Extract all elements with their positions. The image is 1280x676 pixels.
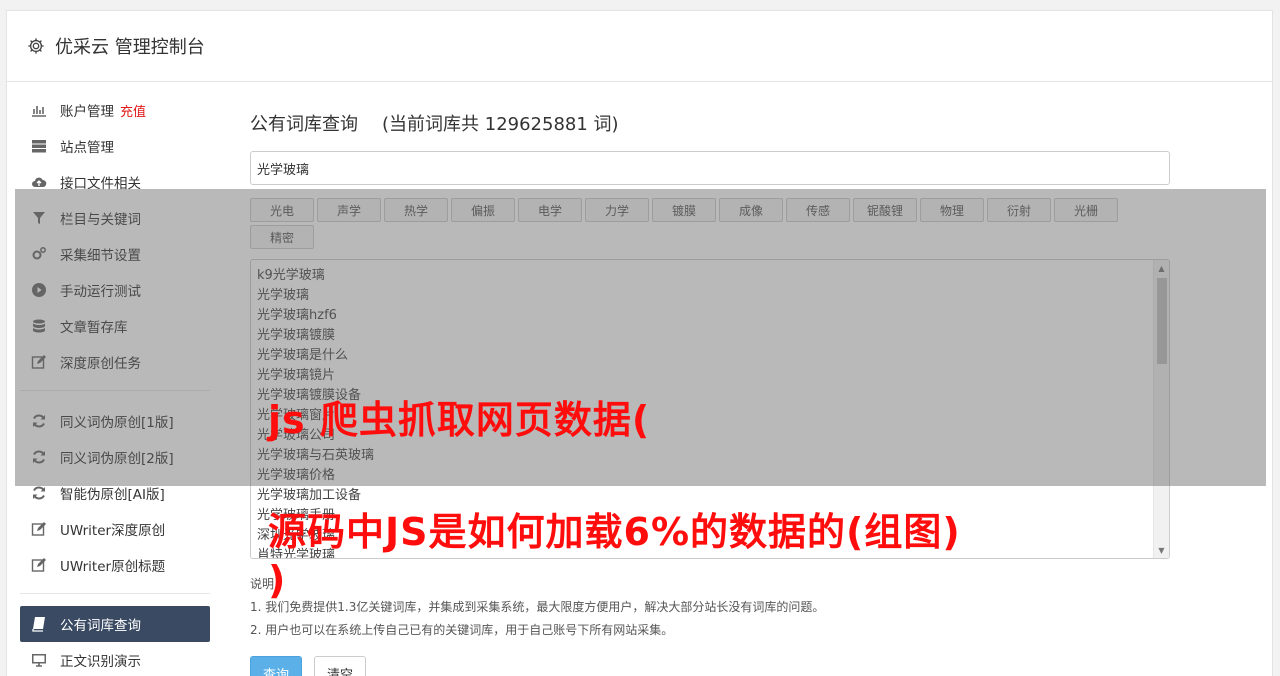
sidebar-item-ai-rewrite[interactable]: 智能伪原创[AI版] [20, 475, 210, 511]
sidebar-item-label: 公有词库查询 [60, 618, 141, 634]
page-title-text: 公有词库查询 [250, 114, 358, 135]
header: 优采云 管理控制台 [7, 11, 1272, 82]
sidebar-item-label: 采集细节设置 [60, 248, 141, 264]
overlay-caption-text: 源码中JS是如何加载6%的数据的(组图) [268, 510, 961, 554]
sidebar-item-account[interactable]: 账户管理 充值 [20, 92, 210, 128]
note-line: 2. 用户也可以在系统上传自己已有的关键词库，用于自己账号下所有网站采集。 [250, 623, 674, 637]
sidebar-item-label: 手动运行测试 [60, 284, 141, 300]
sidebar-item-label: 同义词伪原创[1版] [60, 415, 174, 431]
sidebar-item-label: UWriter原创标题 [60, 559, 166, 575]
sidebar-item-manual-run[interactable]: 手动运行测试 [20, 272, 210, 308]
tag-button[interactable]: 精密 [250, 225, 314, 249]
tag-list: 光电 声学 热学 偏振 电学 力学 镀膜 成像 传感 铌酸锂 物理 衍射 光栅精密 [250, 198, 1170, 249]
sidebar-divider [20, 390, 210, 391]
tag-button[interactable]: 衍射 [987, 198, 1051, 222]
result-item[interactable]: 光学玻璃镜片 [257, 366, 1163, 386]
sidebar-item-label: 站点管理 [60, 140, 114, 156]
server-icon [30, 138, 48, 154]
scrollbar-thumb[interactable] [1157, 278, 1167, 364]
gear-icon [27, 37, 45, 55]
sidebar-item-public-lexicon[interactable]: 公有词库查询 [20, 606, 210, 642]
tag-button[interactable]: 电学 [518, 198, 582, 222]
sidebar-divider [20, 593, 210, 594]
sidebar-item-deep-original[interactable]: 深度原创任务 [20, 344, 210, 380]
sidebar-item-uwriter-deep[interactable]: UWriter深度原创 [20, 511, 210, 547]
monitor-icon [30, 652, 48, 668]
sidebar-item-sites[interactable]: 站点管理 [20, 128, 210, 164]
tag-button[interactable]: 光栅 [1054, 198, 1118, 222]
result-item[interactable]: 光学玻璃价格 [257, 466, 1163, 486]
sidebar-item-api-files[interactable]: 接口文件相关 [20, 164, 210, 200]
result-item[interactable]: 光学玻璃是什么 [257, 346, 1163, 366]
edit-icon [30, 521, 48, 537]
sidebar-item-label: 接口文件相关 [60, 176, 141, 192]
tag-button[interactable]: 声学 [317, 198, 381, 222]
edit-icon [30, 557, 48, 573]
result-item[interactable]: 光学玻璃与石英玻璃 [257, 446, 1163, 466]
lexicon-count: (当前词库共 129625881 词) [382, 114, 619, 135]
refresh-icon [30, 413, 48, 429]
search-input[interactable]: 光学玻璃 [250, 151, 1170, 185]
button-row: 查询 清空 [250, 656, 1170, 676]
scroll-down-icon[interactable]: ▼ [1154, 542, 1169, 558]
bar-chart-icon [30, 102, 48, 118]
sidebar-item-label: 文章暂存库 [60, 320, 128, 336]
tag-button[interactable]: 镀膜 [652, 198, 716, 222]
sidebar-item-label: 深度原创任务 [60, 356, 141, 372]
clear-button[interactable]: 清空 [314, 656, 367, 676]
overlay-caption-line2: 源码中JS是如何加载6%的数据的(组图) ) [268, 508, 961, 604]
sidebar-item-text-recognition[interactable]: 正文识别演示 [20, 642, 210, 676]
tag-button[interactable]: 光电 [250, 198, 314, 222]
recharge-link[interactable]: 充值 [120, 101, 146, 120]
database-icon [30, 318, 48, 334]
sidebar-item-label: 智能伪原创[AI版] [60, 487, 165, 503]
sidebar-item-collect-settings[interactable]: 采集细节设置 [20, 236, 210, 272]
sidebar: 账户管理 充值 站点管理 接口文件相关 栏目与关键词 采集细节设置 手动运行测试… [20, 92, 210, 676]
edit-icon [30, 354, 48, 370]
overlay-caption-line1: js 爬虫抓取网页数据( [268, 398, 651, 442]
play-icon [30, 282, 48, 298]
tag-button[interactable]: 力学 [585, 198, 649, 222]
sidebar-item-uwriter-title[interactable]: UWriter原创标题 [20, 547, 210, 583]
sidebar-item-synonym-v1[interactable]: 同义词伪原创[1版] [20, 403, 210, 439]
result-item[interactable]: 光学玻璃加工设备 [257, 486, 1163, 506]
query-button[interactable]: 查询 [250, 656, 303, 676]
gears-icon [30, 246, 48, 262]
tag-button[interactable]: 传感 [786, 198, 850, 222]
cloud-upload-icon [30, 174, 48, 190]
filter-icon [30, 210, 48, 226]
sidebar-item-label: UWriter深度原创 [60, 523, 166, 539]
refresh-icon [30, 449, 48, 465]
result-item[interactable]: 光学玻璃 [257, 286, 1163, 306]
sidebar-item-columns-keywords[interactable]: 栏目与关键词 [20, 200, 210, 236]
result-item[interactable]: 光学玻璃镀膜 [257, 326, 1163, 346]
sidebar-item-synonym-v2[interactable]: 同义词伪原创[2版] [20, 439, 210, 475]
book-icon [30, 616, 48, 632]
overlay-caption-text: ) [268, 558, 287, 602]
sidebar-item-label: 账户管理 [60, 104, 114, 120]
refresh-icon [30, 485, 48, 501]
scrollbar[interactable]: ▲ ▼ [1153, 260, 1169, 558]
sidebar-item-label: 栏目与关键词 [60, 212, 141, 228]
sidebar-item-label: 正文识别演示 [60, 654, 141, 670]
app-title: 优采云 管理控制台 [55, 37, 205, 58]
tag-button[interactable]: 成像 [719, 198, 783, 222]
tag-button[interactable]: 铌酸锂 [853, 198, 917, 222]
tag-button[interactable]: 热学 [384, 198, 448, 222]
page-title: 公有词库查询 (当前词库共 129625881 词) [250, 111, 1170, 139]
result-item[interactable]: k9光学玻璃 [257, 266, 1163, 286]
sidebar-item-label: 同义词伪原创[2版] [60, 451, 174, 467]
sidebar-item-article-store[interactable]: 文章暂存库 [20, 308, 210, 344]
result-item[interactable]: 光学玻璃hzf6 [257, 306, 1163, 326]
scroll-up-icon[interactable]: ▲ [1154, 260, 1169, 276]
tag-button[interactable]: 偏振 [451, 198, 515, 222]
tag-button[interactable]: 物理 [920, 198, 984, 222]
